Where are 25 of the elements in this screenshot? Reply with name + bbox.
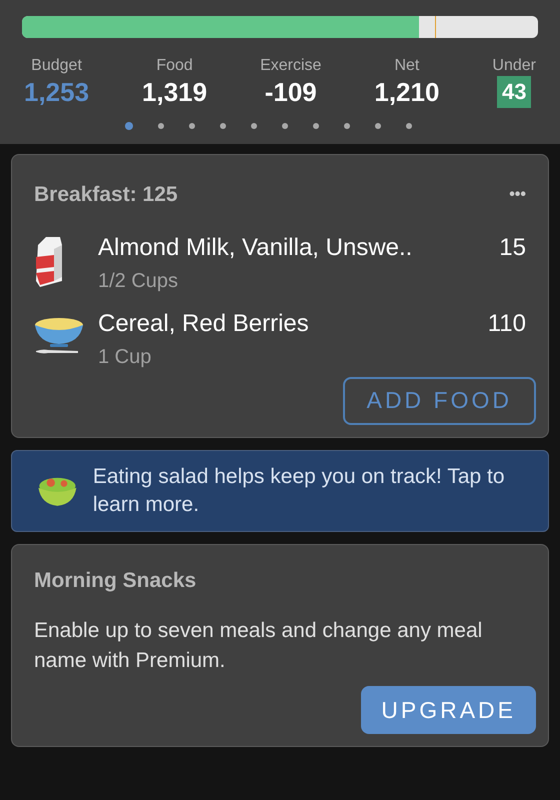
stat-value: 1,210: [374, 76, 440, 108]
stat-value: 1,253: [24, 76, 90, 108]
tip-text: Eating salad helps keep you on track! Tap to learn more.: [92, 464, 506, 518]
tip-banner[interactable]: Eating salad helps keep you on track! Tap to learn more.: [11, 450, 549, 532]
premium-text: Enable up to seven meals and change any meal name with Premium.: [34, 618, 484, 674]
food-calories: 110: [488, 308, 526, 338]
food-calories: 15: [499, 232, 526, 262]
food-amount: 1 Cup: [98, 344, 152, 370]
more-button[interactable]: •••: [509, 182, 526, 207]
stat-label: Food: [156, 56, 193, 76]
meal-title: Breakfast: 125: [34, 182, 178, 208]
food-name: Almond Milk, Vanilla, Unswe..: [98, 232, 414, 262]
stat-label: Under: [492, 56, 536, 76]
stat-label: Budget: [31, 56, 82, 76]
milk-carton-icon: [34, 236, 64, 288]
food-amount: 1/2 Cups: [98, 268, 180, 294]
under-badge: 43: [496, 76, 532, 108]
stat-label: Net: [394, 56, 420, 76]
food-name: Cereal, Red Berries: [98, 308, 310, 338]
stat-value: 1,319: [142, 76, 208, 108]
food-row[interactable]: Cereal, Red Berries 1 Cup 110: [34, 308, 526, 370]
stat-label: Exercise: [260, 56, 322, 76]
stat-value: -109: [264, 76, 317, 108]
food-row[interactable]: Almond Milk, Vanilla, Unswe.. 1/2 Cups 15: [34, 232, 526, 294]
meal-title: Morning Snacks: [34, 568, 198, 594]
